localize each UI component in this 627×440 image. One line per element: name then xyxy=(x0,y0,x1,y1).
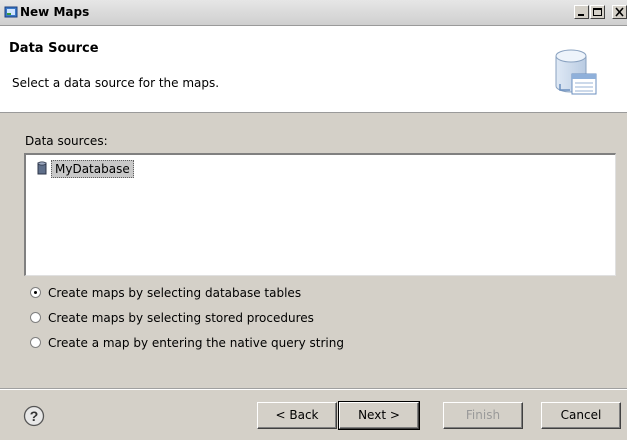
app-icon xyxy=(4,6,18,18)
database-icon xyxy=(37,161,47,175)
back-button[interactable]: < Back xyxy=(257,402,337,429)
close-icon xyxy=(615,7,624,17)
finish-button[interactable]: Finish xyxy=(443,402,523,429)
page-description: Select a data source for the maps. xyxy=(12,76,220,90)
radio-label: Create maps by selecting database tables xyxy=(48,286,302,300)
help-icon[interactable]: ? xyxy=(23,405,45,427)
close-button[interactable] xyxy=(612,5,627,19)
radio-label: Create maps by selecting stored procedur… xyxy=(48,311,314,325)
radio-label: Create a map by entering the native quer… xyxy=(48,336,344,350)
radio-button[interactable] xyxy=(30,337,41,348)
cancel-button[interactable]: Cancel xyxy=(541,402,621,429)
help-icon-glyph: ? xyxy=(30,408,39,424)
maximize-icon xyxy=(593,8,602,16)
database-icon xyxy=(555,49,597,95)
minimize-icon xyxy=(578,14,584,16)
page-title: Data Source xyxy=(9,41,99,56)
wizard-header: Data Source Select a data source for the… xyxy=(0,26,627,113)
data-sources-list[interactable]: MyDatabase xyxy=(24,153,616,276)
title-bar: New Maps xyxy=(0,0,627,26)
footer-separator xyxy=(0,388,627,390)
radio-button[interactable] xyxy=(30,287,41,298)
data-sources-label: Data sources: xyxy=(25,134,108,148)
next-button[interactable]: Next > xyxy=(338,401,420,430)
minimize-button[interactable] xyxy=(574,5,589,19)
radio-button[interactable] xyxy=(30,312,41,323)
maximize-button[interactable] xyxy=(590,5,605,19)
window-title: New Maps xyxy=(20,5,90,19)
data-source-item-label: MyDatabase xyxy=(51,160,134,178)
